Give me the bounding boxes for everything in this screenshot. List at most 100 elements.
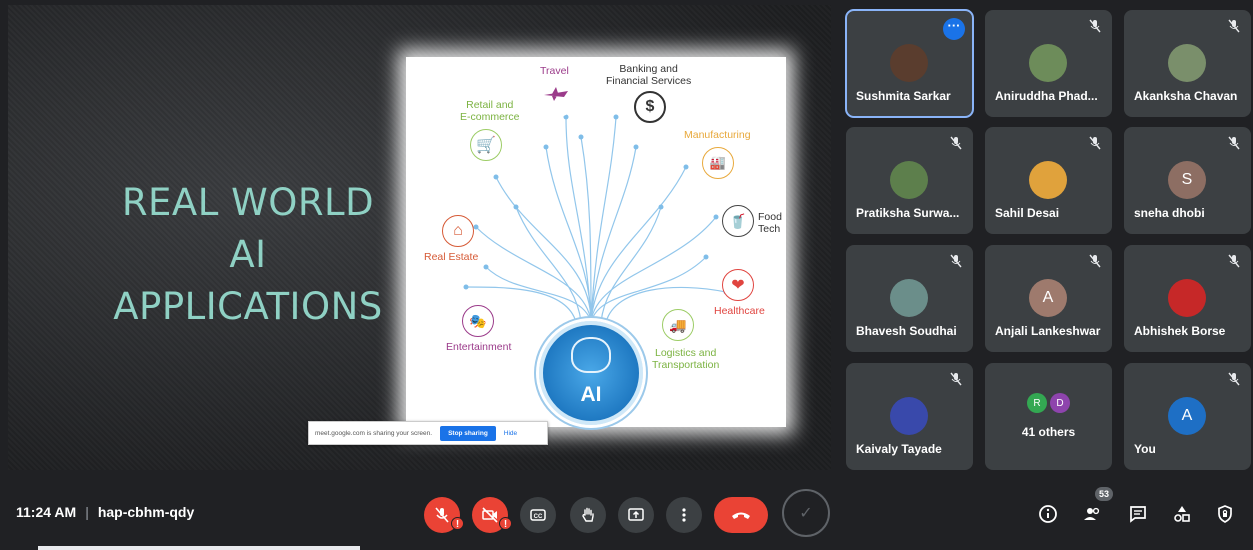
avatar [890,161,928,199]
participant-tile[interactable]: Abhishek Borse [1124,245,1251,352]
participant-name: Sahil Desai [995,206,1060,220]
participant-tile[interactable]: Sahil Desai [985,127,1112,234]
participant-tile[interactable]: ··· Sushmita Sarkar [845,9,974,118]
theater-masks-icon: 🎭 [462,305,494,337]
mic-off-icon [1089,19,1101,33]
avatar [890,279,928,317]
participant-name: You [1134,442,1156,456]
participant-name: Pratiksha Surwa... [856,206,960,220]
others-avatars: R D [1027,393,1073,413]
heartbeat-icon: ❤ [722,269,754,301]
host-controls-button[interactable] [1213,502,1237,526]
participant-name: Abhishek Borse [1134,324,1226,338]
self-tile[interactable]: A You [1124,363,1251,470]
avatar [1029,161,1067,199]
avatar: D [1050,393,1070,413]
info-icon [1039,505,1057,523]
label-manufacturing: Manufacturing [684,129,751,141]
check-icon[interactable]: ✓ [782,489,830,537]
label-food-tech: Food Tech [758,211,782,235]
meeting-info: 11:24 AM | hap-cbhm-qdy [16,504,194,520]
participant-count-badge: 53 [1095,487,1113,501]
people-icon [1084,507,1100,520]
mic-off-icon [1228,19,1240,33]
avatar: S [1168,161,1206,199]
slide-title-line: REAL WORLD [121,181,375,224]
avatar [1168,44,1206,82]
mic-off-icon [1228,254,1240,268]
meet-window: REAL WORLD AI APPLICATIONS Travel Bankin… [0,0,1253,550]
stop-sharing-button[interactable]: Stop sharing [440,425,496,441]
participant-tile[interactable]: Aniruddha Phad... [985,10,1112,117]
ai-applications-figure: Travel Banking and Financial Services $ … [406,57,786,427]
slide-title-line: AI [229,233,267,276]
avatar: R [1027,393,1047,413]
ai-core-label: AI [580,383,602,406]
warning-icon: ! [451,517,464,530]
participant-name: Kaivaly Tayade [856,442,942,456]
label-entertainment: Entertainment [446,341,512,353]
hand-icon [582,507,594,522]
participant-name: Sushmita Sarkar [856,89,951,103]
house-icon: ⌂ [442,215,474,247]
participant-tile[interactable]: A Anjali Lankeshwar [985,245,1112,352]
screen-share-banner: meet.google.com is sharing your screen. … [308,421,548,445]
mic-off-icon [950,136,962,150]
avatar [890,397,928,435]
avatar: A [1029,279,1067,317]
participant-tile[interactable]: Bhavesh Soudhai [846,245,973,352]
meeting-code: hap-cbhm-qdy [97,504,195,520]
meeting-details-button[interactable] [1036,502,1060,526]
microphone-toggle-button[interactable]: ! [424,497,464,533]
captions-button[interactable]: CC [520,497,556,533]
present-screen-button[interactable] [618,497,654,533]
participant-tile[interactable]: S sneha dhobi [1124,127,1251,234]
closed-captions-icon: CC [530,509,546,521]
warning-icon: ! [499,517,512,530]
participant-name: Akanksha Chavan [1134,89,1238,103]
label-healthcare: Healthcare [714,305,765,317]
participant-tile[interactable]: Pratiksha Surwa... [846,127,973,234]
others-tile[interactable]: R D 41 others [985,363,1112,470]
participant-name: Anjali Lankeshwar [995,324,1101,338]
camera-toggle-button[interactable]: ! [472,497,512,533]
more-options-icon[interactable]: ··· [943,18,965,40]
avatar: A [1168,397,1206,435]
ai-core-badge: AI [539,321,643,425]
hide-banner-button[interactable]: Hide [504,430,517,437]
more-options-button[interactable] [666,497,702,533]
leave-call-button[interactable] [714,497,768,533]
others-label: 41 others [1021,425,1076,439]
chat-icon [1130,506,1146,523]
mic-off-icon [1228,372,1240,386]
clock-time: 11:24 AM [16,504,77,520]
food-cup-icon: 🥤 [722,205,754,237]
slide-title: REAL WORLD AI APPLICATIONS [68,177,428,333]
activities-button[interactable] [1170,502,1194,526]
mic-off-icon [435,507,449,523]
participant-name: Aniruddha Phad... [995,89,1098,103]
chat-button[interactable] [1126,502,1150,526]
mic-off-icon [1089,136,1101,150]
participant-name: sneha dhobi [1134,206,1205,220]
airplane-icon [542,85,574,117]
avatar [1029,44,1067,82]
mic-off-icon [950,254,962,268]
end-call-icon [732,512,750,519]
bottom-control-bar: 11:24 AM | hap-cbhm-qdy ! ! CC ✓ 53 [0,474,1253,550]
mic-off-icon [1228,136,1240,150]
raise-hand-button[interactable] [570,497,606,533]
camera-off-icon [482,507,498,523]
slide-title-line: APPLICATIONS [113,285,383,328]
svg-text:CC: CC [534,514,543,520]
more-vertical-icon [682,508,686,522]
label-real-estate: Real Estate [424,251,479,263]
participant-tile[interactable]: Kaivaly Tayade [846,363,973,470]
participant-name: Bhavesh Soudhai [856,324,957,338]
presentation-view: REAL WORLD AI APPLICATIONS Travel Bankin… [8,5,831,470]
label-logistics: Logistics and Transportation [652,347,720,371]
people-button[interactable] [1080,502,1104,526]
taskbar-strip [38,546,360,550]
participant-tile[interactable]: Akanksha Chavan [1124,10,1251,117]
mic-off-icon [950,372,962,386]
